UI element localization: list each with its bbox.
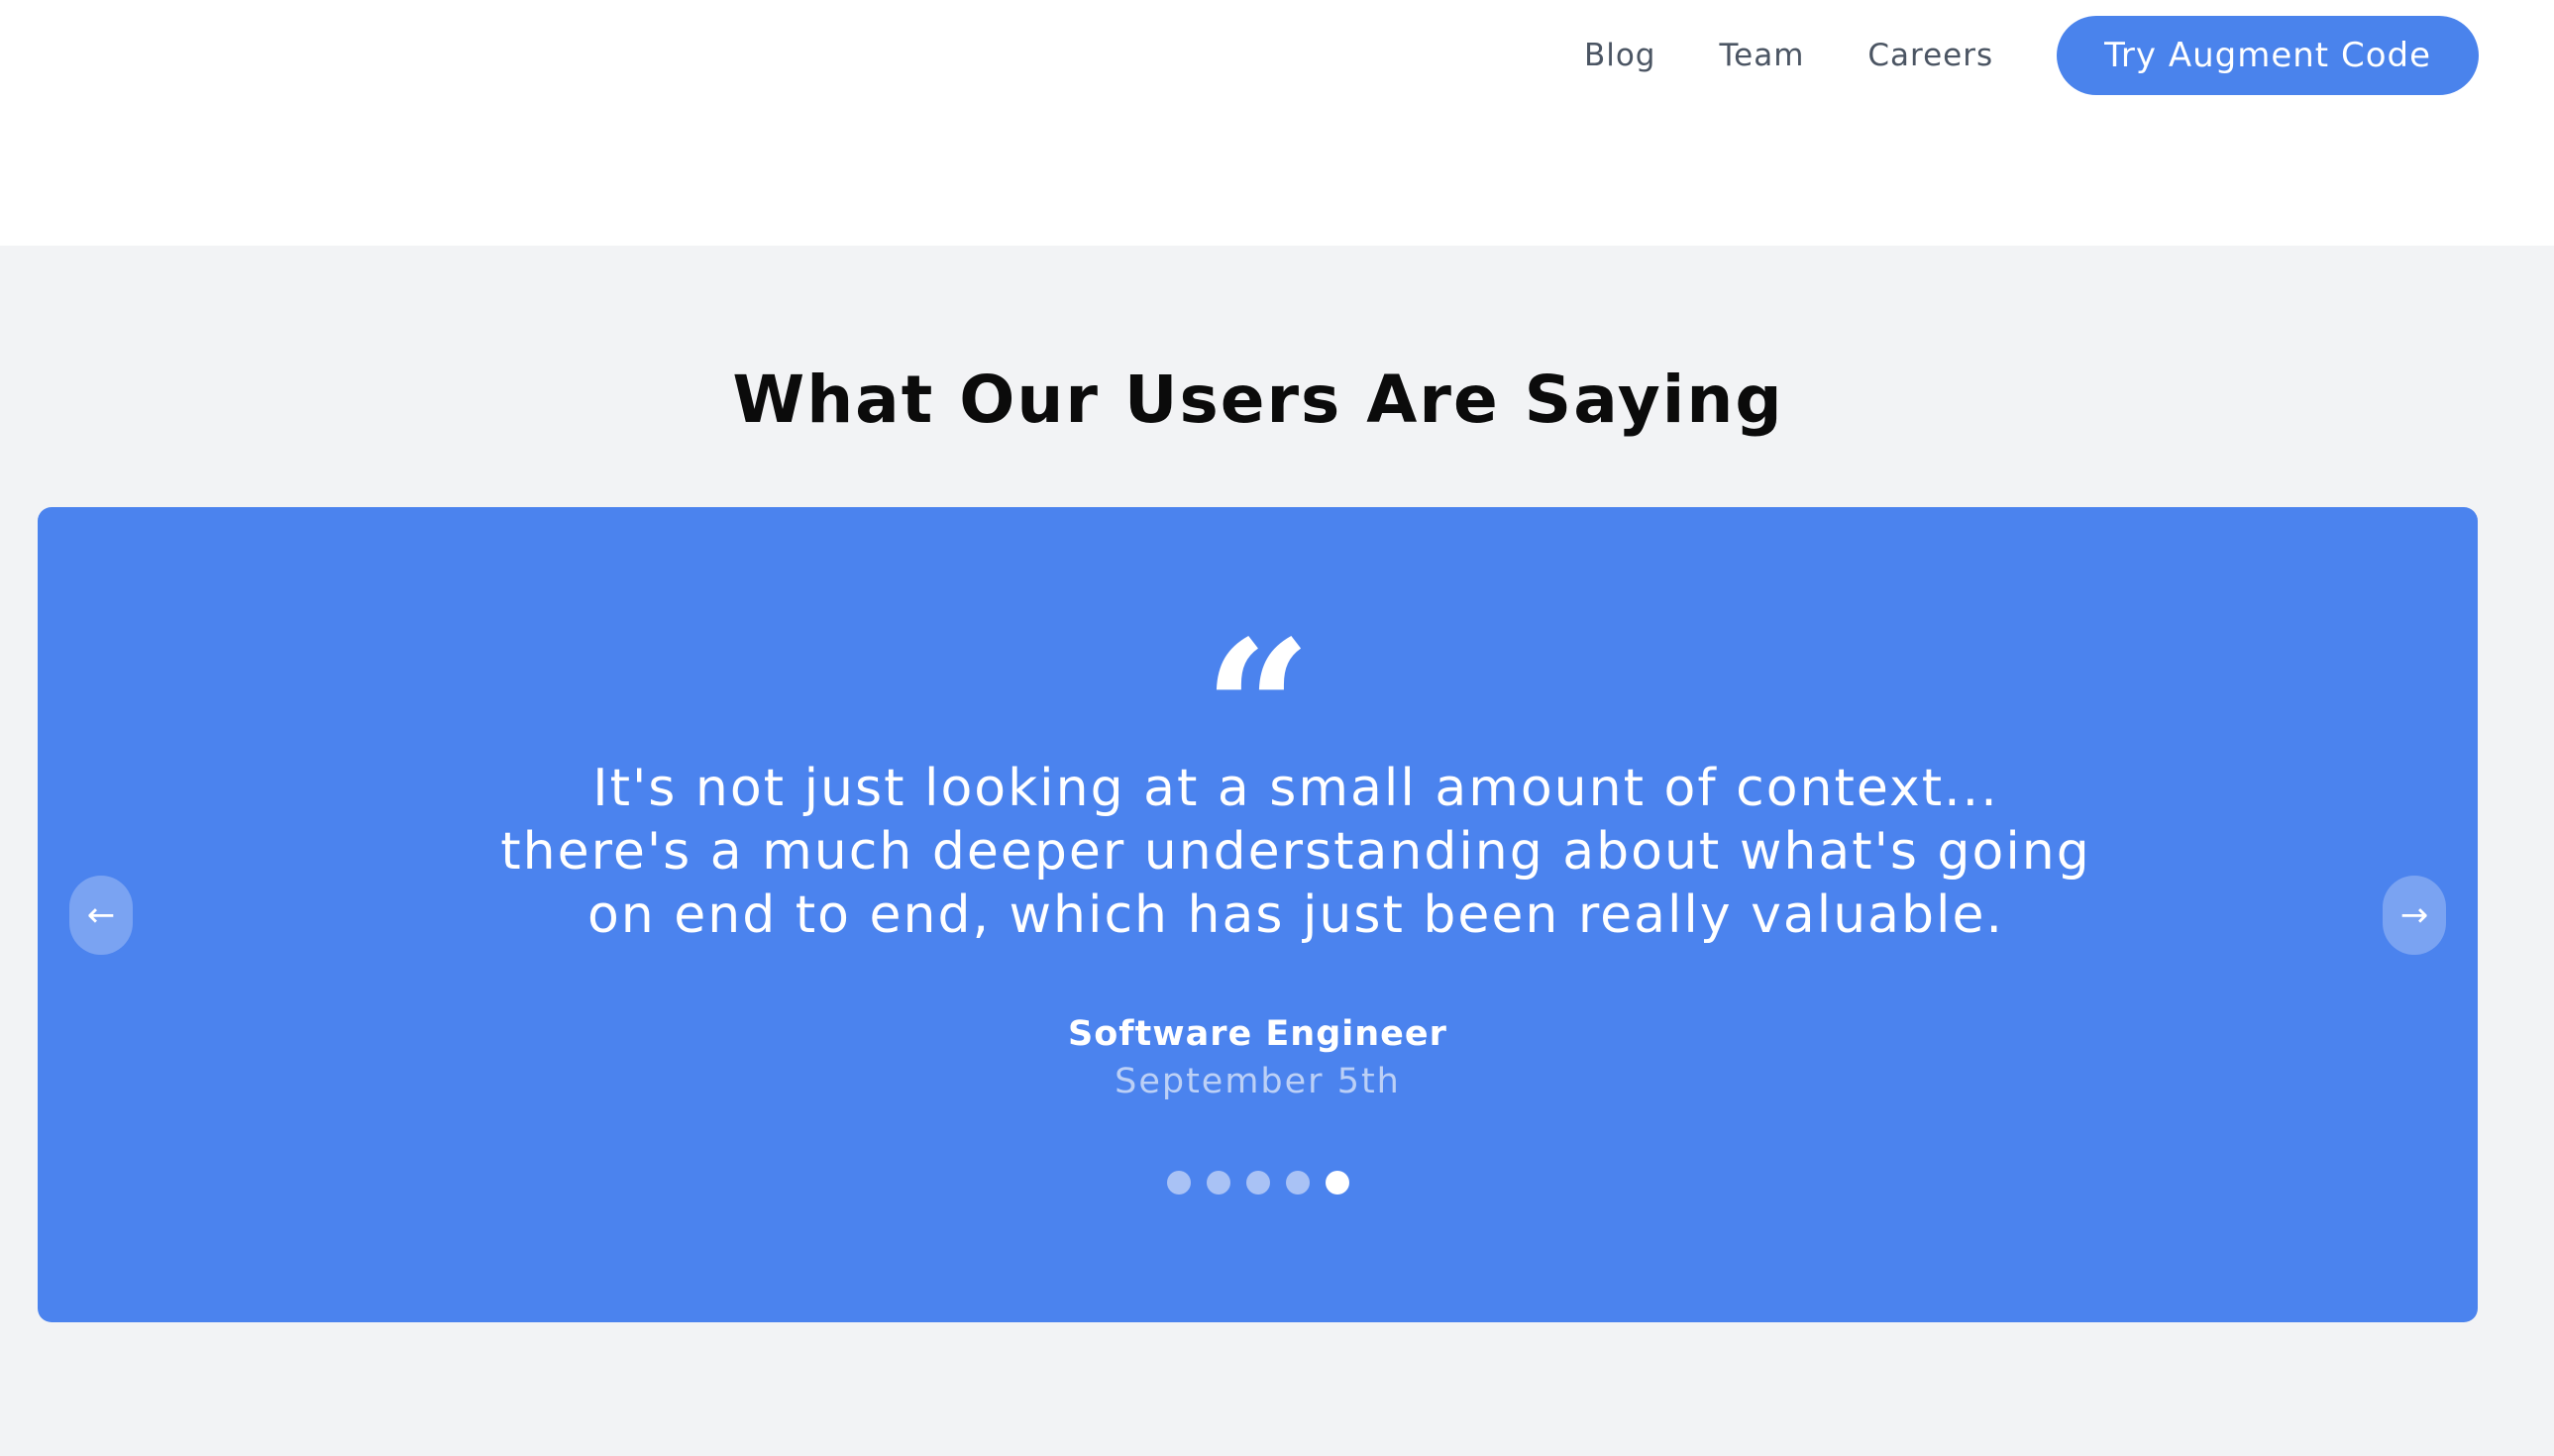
next-arrow-button[interactable]: → [2383,876,2446,955]
pagination-dot-1[interactable] [1166,1171,1191,1195]
pagination-dot-4[interactable] [1285,1171,1310,1195]
site-header: Blog Team Careers Try Augment Code [0,0,2554,246]
nav-link-blog[interactable]: Blog [1584,38,1656,73]
testimonial-date: September 5th [1115,1062,1401,1101]
pagination-dot-2[interactable] [1206,1171,1230,1195]
carousel-pagination [38,1171,2478,1195]
testimonial-author: Software Engineer [1068,1014,1447,1054]
section-title: What Our Users Are Saying [732,362,1784,438]
main-nav: Blog Team Careers Try Augment Code [1584,16,2479,95]
try-augment-code-button[interactable]: Try Augment Code [2057,16,2479,95]
pagination-dot-5[interactable] [1325,1171,1349,1195]
testimonial-carousel: ← “ It's not just looking at a small amo… [38,507,2478,1322]
previous-arrow-button[interactable]: ← [69,876,133,955]
nav-link-team[interactable]: Team [1719,38,1804,73]
nav-link-careers[interactable]: Careers [1867,38,1993,73]
testimonial-quote: It's not just looking at a small amount … [500,759,2091,945]
quote-icon: “ [1203,599,1313,820]
pagination-dot-3[interactable] [1245,1171,1270,1195]
